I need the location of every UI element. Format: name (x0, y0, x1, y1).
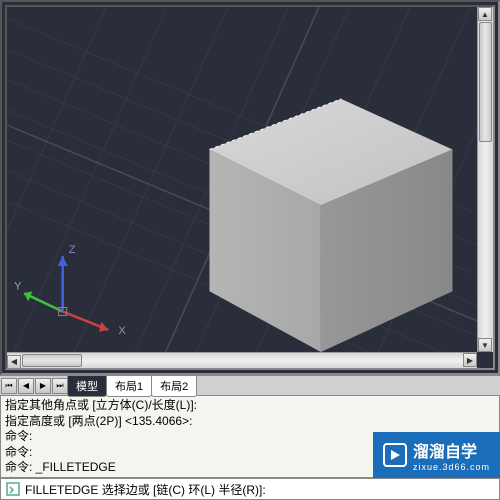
command-icon (5, 481, 21, 497)
scrollbar-vertical[interactable]: ▲ ▼ (477, 7, 493, 352)
tab-last-button[interactable]: ⏭ (52, 378, 68, 394)
tab-next-button[interactable]: ▶ (35, 378, 51, 394)
viewport-container: X Y Z ▲ ▼ ◀ ▶ (0, 0, 500, 375)
scroll-thumb-v[interactable] (479, 22, 492, 142)
tab-model[interactable]: 模型 (67, 375, 107, 397)
cube-object[interactable] (210, 99, 453, 352)
viewport-svg: X Y Z (7, 7, 493, 368)
viewport-frame: X Y Z ▲ ▼ ◀ ▶ (5, 5, 495, 370)
scroll-down-button[interactable]: ▼ (478, 338, 492, 352)
play-icon (383, 443, 407, 467)
watermark-url: zixue.3d66.com (413, 462, 490, 472)
tab-layout1[interactable]: 布局1 (106, 375, 152, 397)
command-input-line[interactable]: FILLETEDGE 选择边或 [链(C) 环(L) 半径(R)]: (0, 478, 500, 500)
watermark-badge: 溜溜自学 zixue.3d66.com (373, 432, 500, 478)
scroll-up-button[interactable]: ▲ (478, 7, 492, 21)
tab-prev-button[interactable]: ◀ (18, 378, 34, 394)
3d-viewport[interactable]: X Y Z (7, 7, 493, 368)
svg-text:Z: Z (69, 244, 76, 256)
svg-text:Y: Y (14, 280, 22, 292)
command-history-line: 指定高度或 [两点(2P)] <135.4066>: (5, 414, 495, 430)
scroll-right-button[interactable]: ▶ (463, 353, 477, 367)
ucs-axis: X Y Z (14, 244, 126, 337)
svg-text:X: X (118, 325, 126, 337)
scroll-thumb-h[interactable] (22, 354, 82, 367)
command-history-line: 指定其他角点或 [立方体(C)/长度(L)]: (5, 398, 495, 414)
command-prompt-text: FILLETEDGE 选择边或 [链(C) 环(L) 半径(R)]: (25, 481, 266, 498)
layout-tabs-bar: ⏮ ◀ ▶ ⏭ 模型 布局1 布局2 (0, 375, 500, 395)
scroll-left-button[interactable]: ◀ (7, 355, 21, 369)
tab-first-button[interactable]: ⏮ (1, 378, 17, 394)
watermark-title: 溜溜自学 (413, 444, 477, 461)
tab-layout2[interactable]: 布局2 (151, 375, 197, 397)
scrollbar-horizontal[interactable]: ◀ ▶ (7, 352, 477, 368)
